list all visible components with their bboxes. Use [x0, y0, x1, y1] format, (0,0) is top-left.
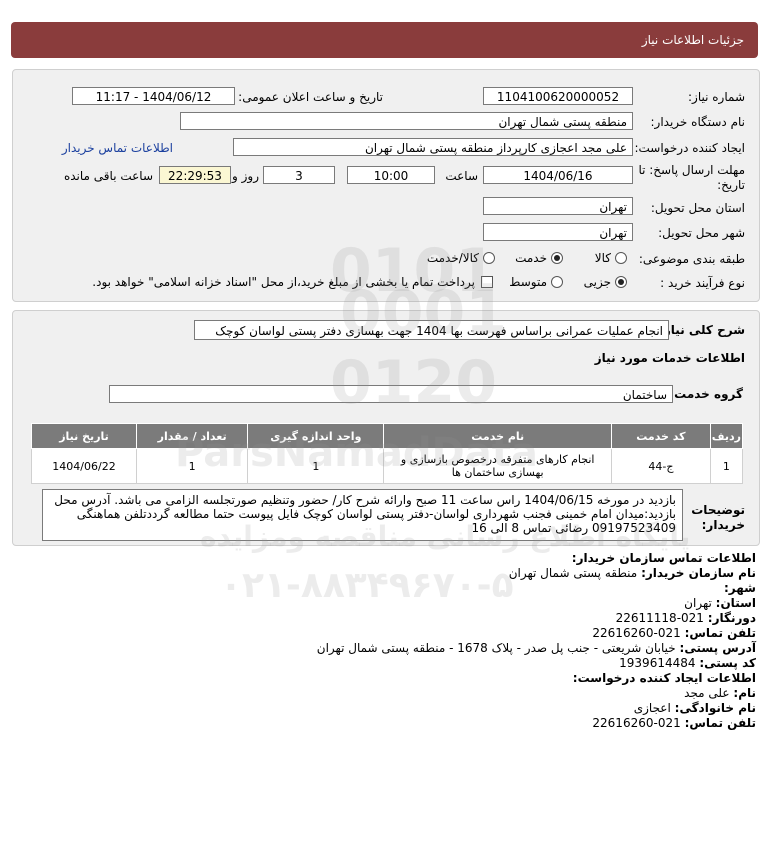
services-heading: اطلاعات خدمات مورد نیاز: [594, 351, 745, 365]
days-field: 3: [263, 166, 335, 184]
creator-phone: 021-22616260: [592, 716, 681, 730]
watermark-brand: ParsNamadData: [175, 430, 538, 476]
creator-phone-row: تلفن تماس: 021-22616260: [592, 716, 756, 730]
summary-label: شرح کلی نیاز:: [659, 323, 745, 337]
province-label: استان محل تحویل:: [650, 201, 745, 215]
process-radio-minor[interactable]: [615, 276, 627, 288]
watermark-digits-3: 0120: [330, 348, 497, 418]
contact-org: منطقه پستی شمال تهران: [508, 566, 638, 580]
buyer-org-field: منطقه پستی شمال تهران: [180, 112, 633, 130]
deadline-date-field: 1404/06/16: [483, 166, 633, 184]
city-label: شهر محل تحویل:: [658, 226, 745, 240]
cell-service-code: ج-44: [611, 448, 711, 484]
watermark-digits-2: 0001: [340, 278, 507, 348]
process-option-minor: جزیی: [583, 275, 611, 289]
contact-postal: 1939614484: [619, 656, 696, 670]
contact-phone: 021-22616260: [592, 626, 681, 640]
days-label: روز و: [232, 169, 259, 183]
need-number-label: شماره نیاز:: [688, 90, 745, 104]
page-title: جزئیات اطلاعات نیاز: [641, 33, 744, 47]
contact-org-row: نام سازمان خریدار: منطقه پستی شمال تهران: [508, 566, 756, 580]
category-option-goods: کالا: [594, 251, 611, 265]
creator-heading: اطلاعات ایجاد کننده درخواست:: [572, 671, 756, 685]
deadline-time-label: ساعت: [445, 169, 478, 183]
page-header: جزئیات اطلاعات نیاز: [11, 22, 758, 58]
contact-address-row: آدرس پستی: خیابان شریعتی - جنب پل صدر - …: [316, 641, 756, 655]
process-option-medium: متوسط: [509, 275, 547, 289]
category-label: طبقه بندی موضوعی:: [638, 252, 745, 266]
creator-family-row: نام خانوادگی: اعجازی: [633, 701, 756, 715]
category-radio-service[interactable]: [551, 252, 563, 264]
watermark-tagline: پایگاه اطلاع رسانی مناقصه ومزایده: [200, 520, 691, 553]
contact-heading: اطلاعات تماس سازمان خریدار:: [571, 551, 756, 565]
contact-fax: 021-22611118: [615, 611, 704, 625]
announce-field: 1404/06/12 - 11:17: [72, 87, 235, 105]
need-number-field: 1104100620000052: [483, 87, 633, 105]
deadline-date-label: تاریخ:: [717, 178, 745, 192]
contact-address: خیابان شریعتی - جنب پل صدر - پلاک 1678 -…: [316, 641, 676, 655]
contact-province-row: استان: تهران: [684, 596, 756, 610]
contact-province: تهران: [684, 596, 712, 610]
process-label: نوع فرآیند خرید :: [660, 276, 745, 290]
remaining-time-field: 22:29:53: [159, 166, 231, 184]
contact-phone-row: تلفن تماس: 021-22616260: [592, 626, 756, 640]
deadline-time-field: 10:00: [347, 166, 435, 184]
notes-label-buyer: خریدار:: [701, 518, 745, 532]
city-field: تهران: [483, 223, 633, 241]
deadline-label: مهلت ارسال پاسخ: تا: [638, 163, 745, 177]
province-field: تهران: [483, 197, 633, 215]
col-header-need-date: تاریخ نیاز: [30, 423, 138, 449]
buyer-contact-link[interactable]: اطلاعات تماس خریدار: [62, 141, 173, 155]
creator-family: اعجازی: [633, 701, 671, 715]
service-group-label: گروه خدمت:: [669, 387, 743, 401]
contact-postal-row: کد پستی: 1939614484: [619, 656, 756, 670]
category-radio-goods[interactable]: [615, 252, 627, 264]
requester-label: ایجاد کننده درخواست:: [634, 141, 745, 155]
creator-name: علی مجد: [684, 686, 730, 700]
cell-need-date: 1404/06/22: [30, 448, 138, 484]
remaining-label: ساعت باقی مانده: [63, 169, 153, 183]
buyer-org-label: نام دستگاه خریدار:: [650, 115, 746, 129]
contact-fax-row: دورنگار: 021-22611118: [615, 611, 756, 625]
process-radio-medium[interactable]: [551, 276, 563, 288]
creator-name-row: نام: علی مجد: [684, 686, 756, 700]
requester-field: علی مجد اعجازی کارپرداز منطقه پستی شمال …: [233, 138, 633, 156]
contact-city-row: شهر:: [724, 581, 756, 595]
category-option-service: خدمت: [515, 251, 547, 265]
cell-row-number: 1: [709, 448, 744, 484]
announce-label: تاریخ و ساعت اعلان عمومی:: [238, 90, 383, 104]
watermark-phone: ۰۲۱-۸۸۳۴۹۶۷۰-۵: [220, 565, 514, 606]
col-header-service-code: کد خدمت: [611, 423, 711, 449]
notes-label: توضیحات: [691, 503, 745, 517]
col-header-row-number: ردیف: [709, 423, 744, 449]
